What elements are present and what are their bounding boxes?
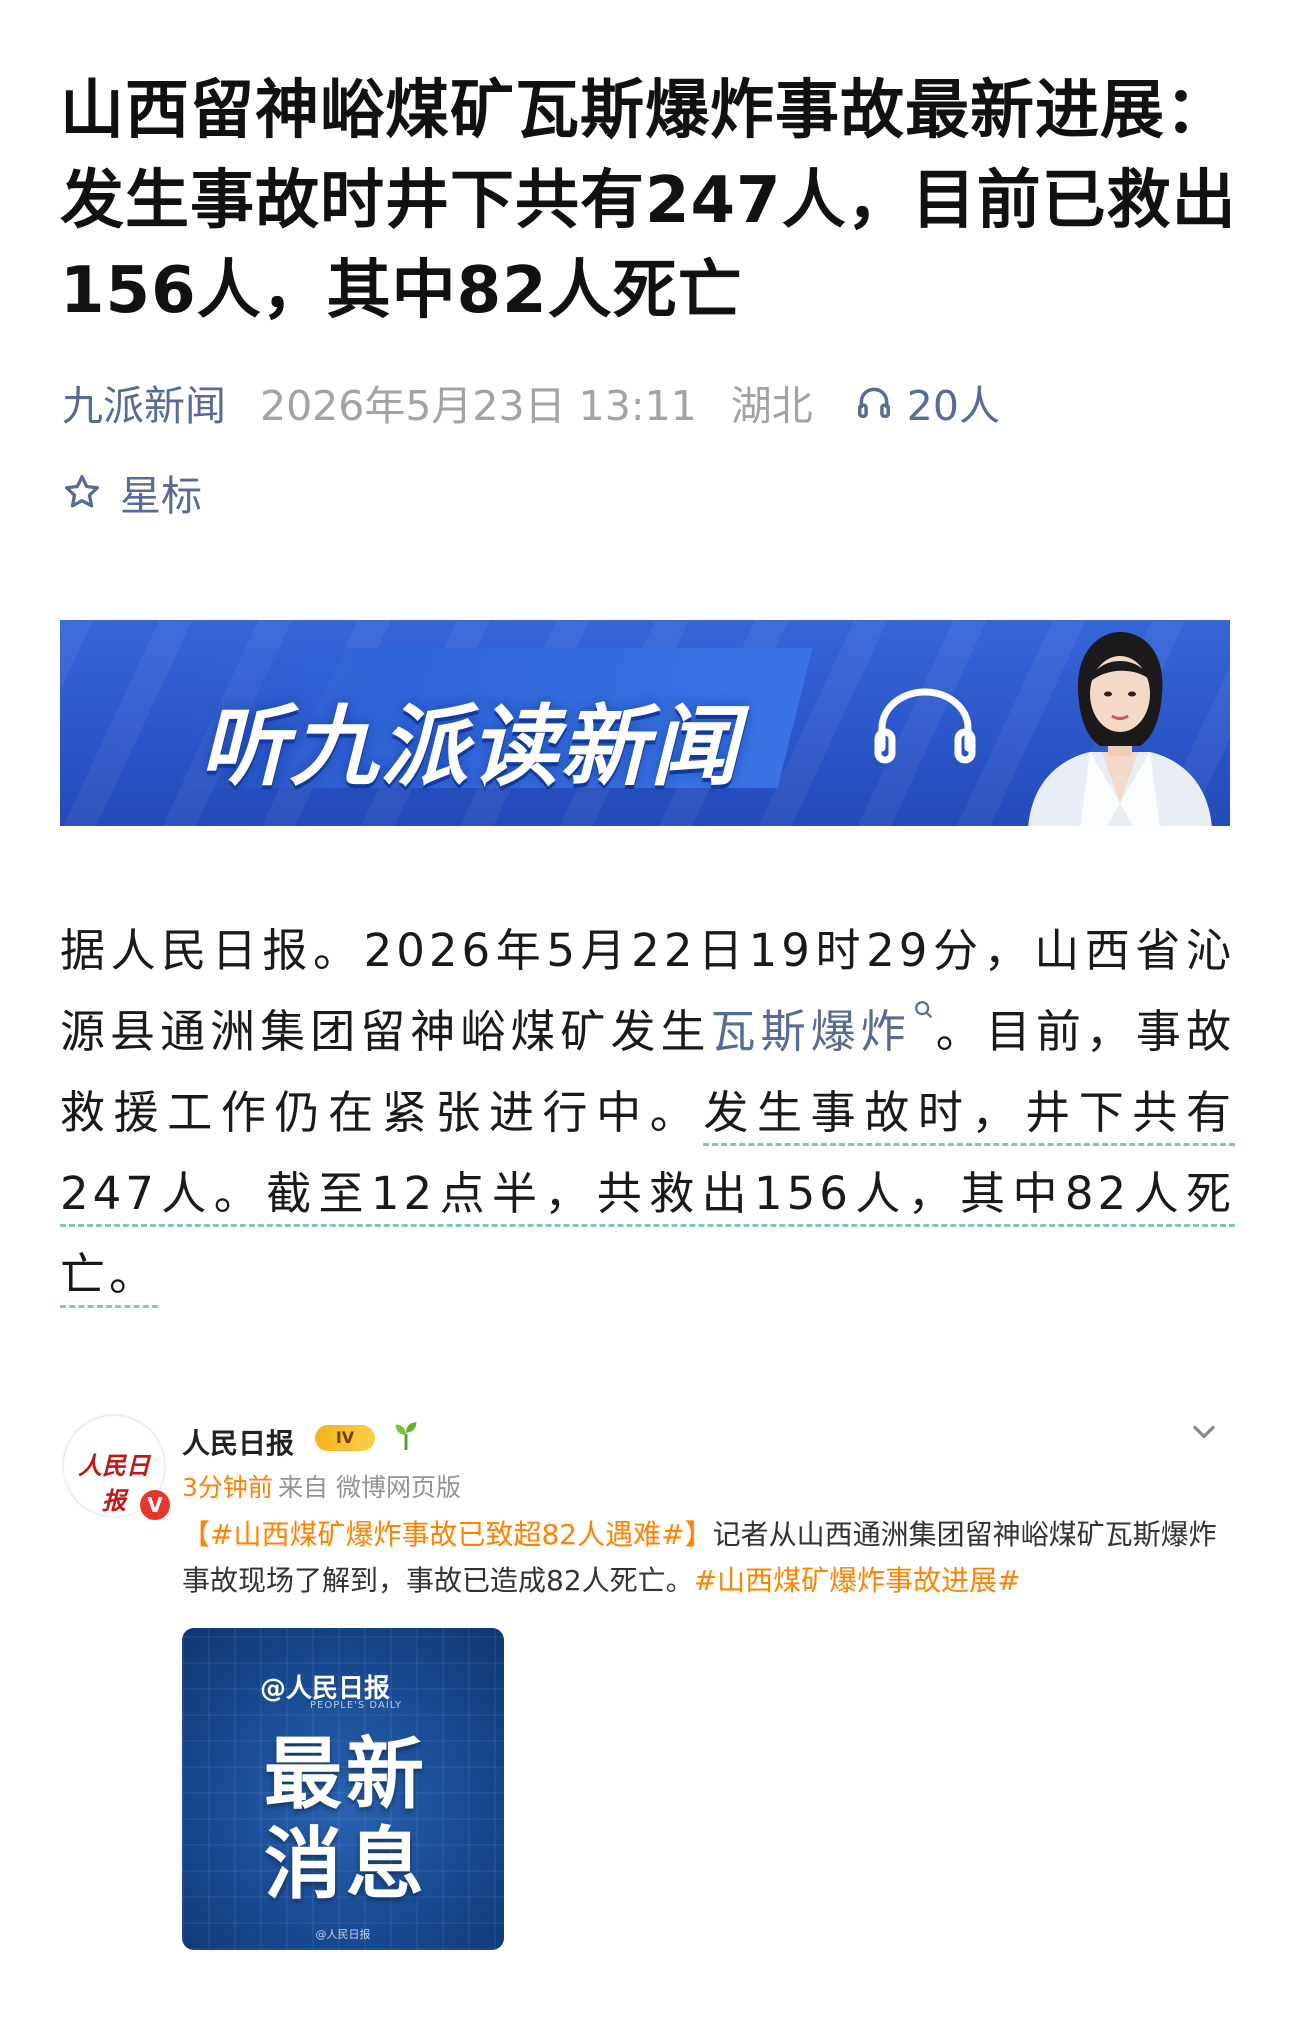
weibo-time: 3分钟前 xyxy=(182,1473,273,1502)
weibo-topic-tag[interactable]: 【#山西煤矿爆炸事故已致超82人遇难#】 xyxy=(182,1518,713,1551)
banner-title: 听九派读新闻 xyxy=(200,695,741,798)
weibo-source: 来自 微博网页版 xyxy=(278,1473,461,1502)
keyword-text: 瓦斯爆炸 xyxy=(710,1005,911,1058)
star-button[interactable]: 星标 xyxy=(62,462,202,522)
verified-v-icon: V xyxy=(138,1488,172,1522)
star-icon xyxy=(65,475,100,508)
chevron-down-icon[interactable] xyxy=(1186,1414,1222,1450)
image-headline-line2: 消息 xyxy=(263,1820,428,1910)
listen-count-button[interactable]: 20人 xyxy=(855,372,1000,432)
listen-news-banner[interactable]: 听九派读新闻 xyxy=(60,620,1230,826)
weibo-image[interactable]: @人民日报 PEOPLE'S DAILY 最新 消息 @人民日报 xyxy=(182,1628,504,1950)
image-headline: 最新 消息 xyxy=(256,1730,436,1910)
weibo-text: 【#山西煤矿爆炸事故已致超82人遇难#】记者从山西通洲集团留神峪煤矿瓦斯爆炸事故… xyxy=(182,1512,1242,1604)
avatar[interactable]: 人民日报 V xyxy=(62,1414,172,1522)
article-title: 山西留神峪煤矿瓦斯爆炸事故最新进展：发生事故时井下共有247人，目前已救出156… xyxy=(60,74,1237,328)
article-body: 据人民日报。2026年5月22日19时29分，山西省沁源县通洲集团留神峪煤矿发生… xyxy=(60,910,1235,1315)
weibo-account-name[interactable]: 人民日报 xyxy=(182,1422,294,1462)
image-headline-line1: 最新 xyxy=(263,1730,428,1820)
sprout-icon xyxy=(395,1422,417,1450)
image-watermark: @人民日报 xyxy=(315,1928,371,1941)
publish-datetime: 2026年5月23日 13:11 xyxy=(260,382,697,430)
article-meta: 九派新闻 2026年5月23日 13:11 湖北 20人 xyxy=(62,372,1000,432)
source-link[interactable]: 九派新闻 xyxy=(62,372,226,432)
listen-count: 20人 xyxy=(906,382,1000,430)
news-anchor-image xyxy=(1028,632,1212,826)
search-mini-icon xyxy=(914,1001,932,1019)
headphones-icon xyxy=(874,688,976,764)
member-badge: IV xyxy=(315,1425,375,1451)
headphones-icon xyxy=(857,387,890,418)
weibo-topic-tag[interactable]: #山西煤矿爆炸事故进展# xyxy=(694,1564,1021,1597)
image-brand-en: PEOPLE'S DAILY xyxy=(310,1700,403,1711)
star-label: 星标 xyxy=(120,472,202,520)
publish-location: 湖北 xyxy=(730,382,813,430)
keyword-link[interactable]: 瓦斯爆炸 xyxy=(710,1001,935,1058)
